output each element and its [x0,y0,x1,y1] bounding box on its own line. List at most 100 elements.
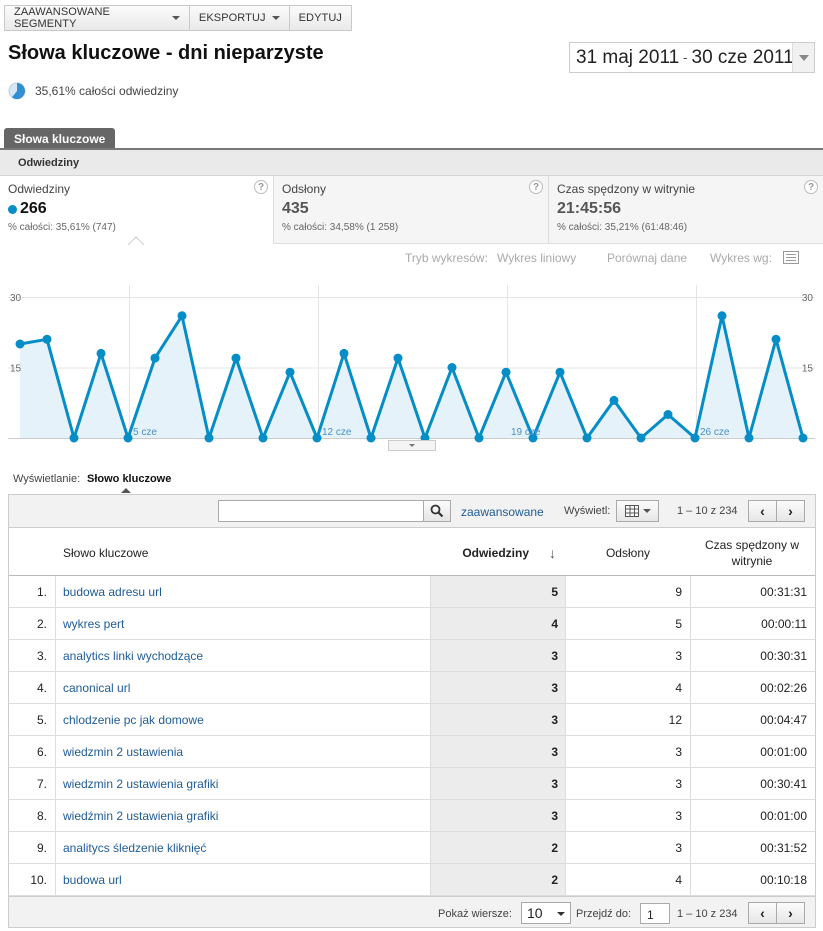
next-page-button[interactable]: › [777,501,804,521]
data-point[interactable] [663,410,673,419]
data-point[interactable] [447,363,457,372]
keyword-link[interactable]: wiedźmin 2 ustawienia grafiki [63,809,218,823]
metric-visits[interactable]: Odwiedziny 266 % całości: 35,61% (747) ? [0,176,274,244]
data-point[interactable] [744,433,754,443]
data-point[interactable] [285,367,295,377]
data-point[interactable] [339,348,349,358]
visits-cell: 3 [551,713,558,727]
advanced-segments-button[interactable]: ZAAWANSOWANE SEGMENTY [5,6,190,30]
data-point[interactable] [366,433,376,443]
keyword-link[interactable]: wiedzmin 2 ustawienia grafiki [63,777,218,791]
table-row: 10. budowa url 2 4 00:10:18 [9,864,815,896]
visits-cell: 2 [551,873,558,887]
prev-page-button[interactable]: ‹ [749,501,777,521]
data-point[interactable] [258,433,268,443]
metric-time-on-site[interactable]: Czas spędzony w witrynie 21:45:56 % cało… [549,176,823,244]
chevron-down-icon [643,509,651,513]
date-dropdown-toggle[interactable] [792,43,814,72]
keyword-link[interactable]: wykres pert [63,617,124,631]
data-point[interactable] [69,433,79,443]
keyword-table: zaawansowane Wyświetl: 1 – 10 z 234 ‹ › … [8,494,816,928]
data-point[interactable] [636,433,646,443]
chart-type-icon[interactable] [783,251,799,264]
advanced-filter-link[interactable]: zaawansowane [461,505,544,519]
collapse-chart-handle[interactable] [388,440,436,451]
data-point[interactable] [501,367,511,377]
data-point[interactable] [231,353,241,363]
column-header-pageviews[interactable]: Odsłony [566,529,682,576]
data-point[interactable] [177,311,187,321]
metric-label: Odsłony [282,182,327,196]
data-point[interactable] [393,353,403,363]
keyword-link[interactable]: budowa adresu url [63,585,162,599]
visits-cell: 3 [551,681,558,695]
tab-keywords[interactable]: Słowa kluczowe [4,128,116,149]
data-point[interactable] [96,348,106,358]
data-point[interactable] [150,353,160,363]
keyword-link[interactable]: analytics linki wychodzące [63,649,203,663]
table-toolbar: zaawansowane Wyświetl: 1 – 10 z 234 ‹ › [9,495,815,528]
pageviews-cell: 12 [668,713,682,727]
date-range-picker[interactable]: 31 maj 2011 - 30 cze 2011 [569,42,815,73]
line-chart-option[interactable]: Wykres liniowy [497,251,576,265]
data-point[interactable] [204,433,214,443]
metric-pageviews[interactable]: Odsłony 435 % całości: 34,58% (1 258) ? [274,176,549,244]
rows-per-page-select[interactable]: 10 [521,902,571,924]
view-keyword-option[interactable]: Słowo kluczowe [87,473,171,485]
data-point[interactable] [609,395,619,405]
row-index: 7. [36,777,47,791]
pageviews-cell: 3 [675,777,682,791]
data-point[interactable] [690,433,700,443]
keyword-link[interactable]: chlodzenie pc jak domowe [63,713,204,727]
display-label: Wyświetl: [564,505,611,517]
goto-page-input[interactable] [640,903,670,924]
x-tick-label: 26 cze [700,427,730,438]
help-icon[interactable]: ? [804,180,818,194]
keyword-link[interactable]: wiedzmin 2 ustawienia [63,745,183,759]
table-row: 3. analytics linki wychodzące 3 3 00:30:31 [9,640,815,672]
data-point[interactable] [42,334,52,344]
table-row: 6. wiedzmin 2 ustawienia 3 3 00:01:00 [9,736,815,768]
data-point[interactable] [123,433,133,443]
data-point[interactable] [555,367,565,377]
metric-value: 21:45:56 [557,200,622,217]
search-icon [430,504,444,518]
pageviews-cell: 3 [675,841,682,855]
keyword-link[interactable]: analitycs śledzenie kliknięć [63,841,206,855]
keyword-link[interactable]: canonical url [63,681,130,695]
help-icon[interactable]: ? [529,180,543,194]
table-row: 2. wykres pert 4 5 00:00:11 [9,608,815,640]
help-icon[interactable]: ? [254,180,268,194]
goto-label: Przejdź do: [576,908,632,920]
data-point[interactable] [15,339,25,349]
edit-button[interactable]: EDYTUJ [290,6,351,30]
pageviews-cell: 3 [675,809,682,823]
next-page-button[interactable]: › [777,903,804,923]
visits-cell: 2 [551,841,558,855]
subtab-visits[interactable]: Odwiedziny [4,150,93,176]
column-header-time-on-site[interactable]: Czas spędzony w witrynie [691,529,813,576]
data-point[interactable] [312,433,322,443]
chart-mode-label: Tryb wykresów: [405,251,488,265]
data-point[interactable] [582,433,592,443]
data-point[interactable] [771,334,781,344]
y-tick-label-left: 30 [10,293,22,304]
data-point[interactable] [798,433,808,443]
column-header-visits[interactable]: Odwiedziny [430,529,565,576]
chart-by-label: Wykres wg: [710,251,772,265]
table-view-select[interactable] [616,500,659,522]
data-point[interactable] [717,311,727,321]
compare-dates-option[interactable]: Porównaj dane [607,251,687,265]
data-point[interactable] [474,433,484,443]
time-on-site-cell: 00:31:52 [760,841,807,855]
row-index: 6. [36,745,47,759]
export-button[interactable]: EKSPORTUJ [190,6,290,30]
search-button[interactable] [423,500,451,522]
visits-cell: 5 [551,585,558,599]
table-search-input[interactable] [218,500,424,522]
keyword-link[interactable]: budowa url [63,873,122,887]
column-header-keyword[interactable]: Słowo kluczowe [63,529,148,576]
prev-page-button[interactable]: ‹ [749,903,777,923]
date-to: 30 cze 2011 [691,46,794,68]
row-index: 10. [30,873,47,887]
